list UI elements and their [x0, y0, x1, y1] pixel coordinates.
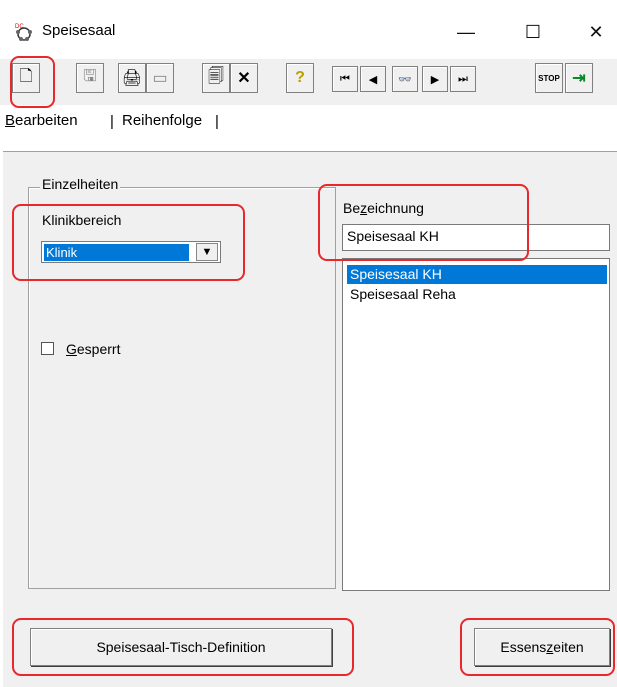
- previous-record-button[interactable]: ◀: [360, 66, 386, 92]
- tab-separator: |: [110, 113, 114, 130]
- highlight-box: [12, 204, 245, 281]
- last-record-button[interactable]: ⏭: [450, 66, 476, 92]
- tab-reihenfolge[interactable]: Reihenfolge: [122, 112, 202, 129]
- properties-button[interactable]: 🗐: [202, 63, 230, 93]
- stop-button[interactable]: STOP: [535, 63, 563, 93]
- svg-text:DC: DC: [15, 24, 24, 30]
- next-record-button[interactable]: ▶: [422, 66, 448, 92]
- close-button[interactable]: ✕: [578, 18, 614, 46]
- previous-icon: ◀: [368, 73, 378, 86]
- delete-button[interactable]: ✕: [230, 63, 258, 93]
- stop-icon: STOP: [538, 73, 560, 83]
- list-item[interactable]: Speisesaal Reha: [347, 285, 607, 304]
- help-icon: ?: [295, 69, 305, 86]
- binoculars-icon: 👓: [398, 73, 412, 86]
- maximize-button[interactable]: ☐: [515, 18, 551, 46]
- highlight-box: [10, 56, 55, 108]
- highlight-box: [460, 618, 615, 676]
- gesperrt-label: Gesperrt: [66, 341, 121, 357]
- preview-button[interactable]: ▭: [146, 63, 174, 93]
- minimize-button[interactable]: —: [448, 18, 484, 46]
- speisesaal-list[interactable]: [342, 258, 610, 591]
- list-item[interactable]: Speisesaal KH: [347, 265, 607, 284]
- app-icon: DC: [15, 24, 32, 41]
- highlight-box: [12, 618, 354, 676]
- gesperrt-checkbox[interactable]: [41, 342, 54, 355]
- printer-icon: 🖨: [121, 70, 143, 87]
- first-record-button[interactable]: ⏮: [332, 66, 358, 92]
- save-icon: 🖫: [83, 67, 97, 85]
- find-button[interactable]: 👓: [392, 66, 418, 92]
- first-icon: ⏮: [340, 72, 350, 85]
- exit-icon: ⇥: [572, 70, 586, 87]
- tab-bearbeiten[interactable]: Bearbeiten: [5, 112, 78, 129]
- exit-button[interactable]: ⇥: [565, 63, 593, 93]
- last-icon: ⏭: [458, 72, 468, 85]
- help-button[interactable]: ?: [286, 63, 314, 93]
- preview-icon: ▭: [152, 70, 168, 87]
- properties-icon: 🗐: [208, 67, 224, 85]
- highlight-box: [318, 184, 529, 261]
- group-label: Einzelheiten: [40, 176, 121, 192]
- print-button[interactable]: 🖨: [118, 63, 146, 93]
- save-button[interactable]: 🖫: [76, 63, 104, 93]
- tab-separator: |: [215, 113, 219, 130]
- tab-strip: [0, 105, 617, 145]
- window-title: Speisesaal: [42, 22, 116, 39]
- next-icon: ▶: [430, 73, 440, 86]
- delete-icon: ✕: [237, 70, 251, 87]
